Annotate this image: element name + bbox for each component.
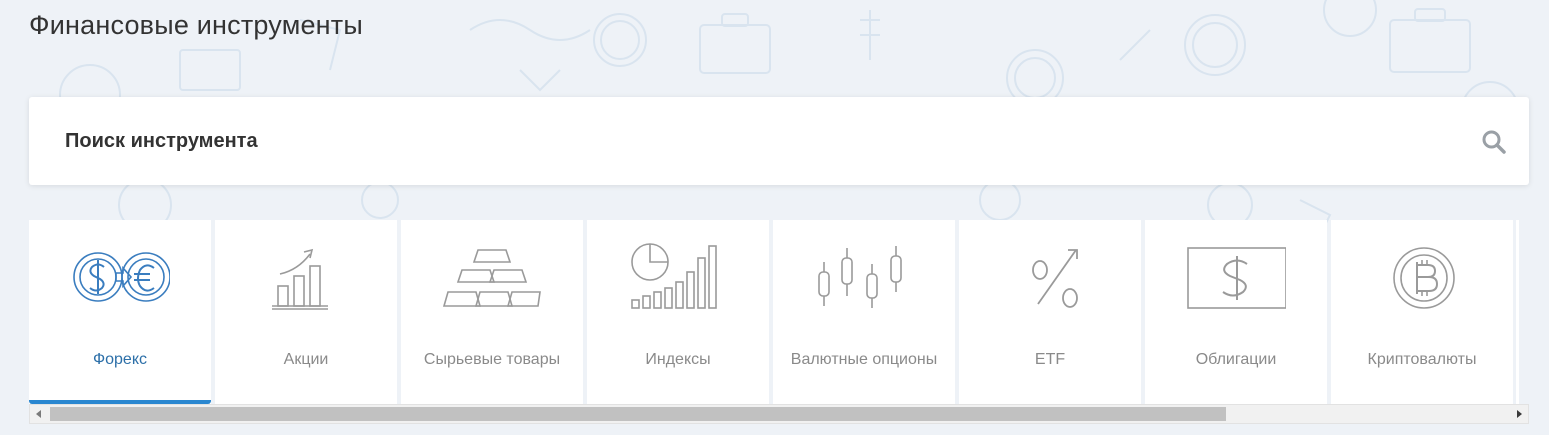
tab-currency-options[interactable]: Валютные опционы (773, 220, 955, 404)
scrollbar-thumb[interactable] (50, 407, 1226, 421)
percent-arrow-icon (1032, 249, 1078, 308)
search-input[interactable] (65, 97, 1445, 185)
tab-label: Криптовалюты (1367, 351, 1477, 368)
tab-crypto[interactable]: Криптовалюты (1331, 220, 1513, 404)
tab-label: Форекс (92, 351, 148, 368)
tab-label: Облигации (1195, 351, 1277, 368)
dollar-bill-icon (1187, 247, 1286, 309)
tab-label: Акции (283, 351, 329, 368)
search-icon[interactable] (1481, 129, 1507, 155)
tab-label: Валютные опционы (790, 351, 938, 368)
instrument-tabs: Форекс Акции Сырьевые товары Индексы Вал… (29, 220, 1519, 404)
tab-label: Индексы (645, 351, 711, 368)
gold-bars-icon (442, 249, 541, 307)
forex-exchange-icon (73, 252, 170, 302)
horizontal-scrollbar[interactable] (29, 404, 1529, 424)
tab-indices[interactable]: Индексы (587, 220, 769, 404)
search-box (29, 97, 1529, 185)
tab-stocks[interactable]: Акции (215, 220, 397, 404)
scroll-left-arrow-icon[interactable] (30, 405, 48, 423)
page-title: Финансовые инструменты (29, 10, 363, 40)
index-pie-bar-chart-icon (631, 243, 717, 309)
tab-label: Сырьевые товары (423, 351, 561, 368)
stock-growth-chart-icon (272, 248, 328, 310)
tab-etf[interactable]: ETF (959, 220, 1141, 404)
tab-label: ETF (1034, 351, 1066, 368)
next-tab-partial (1516, 220, 1519, 404)
candlestick-chart-icon (818, 246, 902, 308)
bitcoin-icon (1393, 247, 1455, 309)
tab-bonds[interactable]: Облигации (1145, 220, 1327, 404)
tab-commodities[interactable]: Сырьевые товары (401, 220, 583, 404)
tab-forex[interactable]: Форекс (29, 220, 211, 404)
scroll-right-arrow-icon[interactable] (1510, 405, 1528, 423)
